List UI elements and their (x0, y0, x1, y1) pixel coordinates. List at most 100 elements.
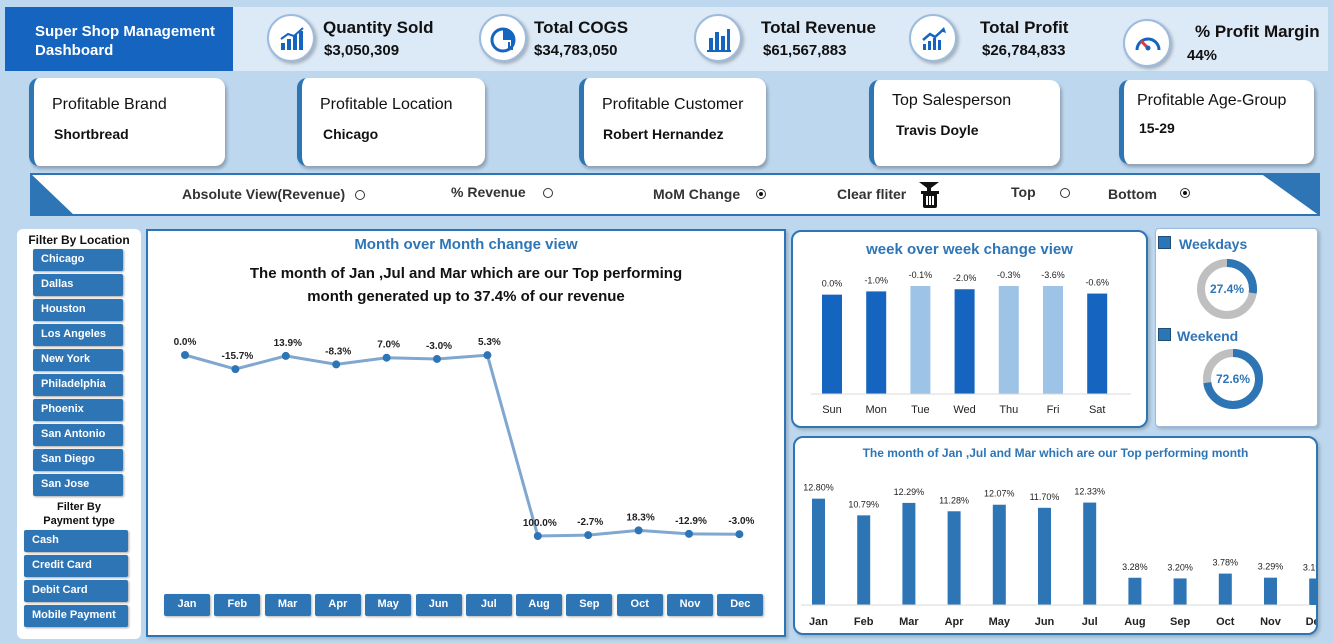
wow-bar-sat (1087, 293, 1108, 394)
month-filter-jun[interactable]: Jun (415, 594, 462, 616)
weekday-weekend-panel: Weekdays Weekend 27.4% 72.6% (1155, 228, 1318, 427)
mom-data-label: 18.3% (626, 512, 654, 523)
month-filter-jan[interactable]: Jan (164, 594, 210, 616)
dashboard-title-line2: Dashboard (35, 42, 114, 59)
share-data-label: 12.33% (1074, 487, 1105, 497)
bottom-radio[interactable] (1180, 188, 1190, 198)
share-bar-feb (857, 515, 871, 605)
share-bar-dec (1309, 578, 1316, 605)
donut-value: 72.6% (1216, 372, 1250, 386)
mom-point-apr (332, 360, 341, 369)
payment-filter-mobile-payment[interactable]: Mobile Payment (24, 605, 128, 627)
wow-tick-label: Tue (911, 404, 930, 416)
card-top-salesperson: Top Salesperson Travis Doyle (869, 80, 1060, 166)
share-bar-nov (1264, 577, 1277, 605)
wow-tick-label: Fri (1047, 404, 1060, 416)
kpi-label: Total Revenue (761, 18, 876, 37)
month-filter-aug[interactable]: Aug (516, 594, 563, 616)
share-data-label: 12.07% (984, 489, 1015, 499)
payment-filter-credit-card[interactable]: Credit Card (24, 555, 128, 577)
mom-data-label: 7.0% (377, 340, 400, 351)
kpi-value: 44% (1187, 47, 1218, 64)
payment-filter-debit-card[interactable]: Debit Card (24, 580, 128, 602)
top-label: Top (1011, 184, 1036, 200)
month-filter-nov[interactable]: Nov (667, 594, 713, 616)
bar-chart-icon (694, 14, 742, 62)
month-filter-sep[interactable]: Sep (566, 594, 613, 616)
share-bar-jun (1038, 507, 1051, 605)
card-value: 15-29 (1139, 120, 1175, 136)
monthly-share-bar-chart: 12.80% Jan 10.79% Feb 12.29% Mar 11.28% Apr 12.0… (801, 483, 1316, 628)
payment-filter-title-line2: Payment type (43, 515, 115, 527)
location-filter-los-angeles[interactable]: Los Angeles (33, 324, 123, 346)
location-filter-phoenix[interactable]: Phoenix (33, 399, 123, 421)
card-title: Top Salesperson (892, 92, 1012, 109)
mom-point-nov (685, 529, 693, 538)
location-filter-philadelphia[interactable]: Philadelphia (33, 374, 123, 396)
share-data-label: 3.28% (1122, 562, 1148, 572)
month-filter-may[interactable]: May (365, 594, 412, 616)
mom-data-label: -3.0% (426, 341, 452, 352)
mom-data-label: 0.0% (174, 337, 197, 348)
bar-left-ribbon (32, 175, 73, 214)
location-filter-new-york[interactable]: New York (33, 349, 123, 371)
kpi-label: % Profit Margin (1195, 22, 1320, 41)
month-filter-dec[interactable]: Dec (717, 594, 764, 616)
payment-filter-cash[interactable]: Cash (24, 530, 128, 552)
mom-point-feb (231, 365, 240, 374)
location-filter-dallas[interactable]: Dallas (33, 274, 123, 296)
share-tick-label: Jan (809, 616, 828, 628)
mom-point-may (382, 353, 391, 362)
month-filter-mar[interactable]: Mar (264, 594, 311, 616)
wow-data-label: -3.6% (1041, 270, 1065, 280)
mom-change-label: MoM Change (653, 186, 741, 202)
share-bar-oct (1218, 573, 1232, 605)
wow-bar-thu (998, 286, 1019, 394)
top-radio[interactable] (1060, 188, 1070, 198)
mom-data-label: -2.7% (577, 517, 603, 528)
mom-point-jul (483, 351, 492, 360)
mom-point-sep (584, 531, 593, 540)
location-filter-san-antonio[interactable]: San Antonio (33, 424, 123, 446)
donut-value: 27.4% (1210, 282, 1244, 296)
absolute-view-radio[interactable] (355, 190, 365, 200)
wow-bar-fri (1043, 286, 1063, 394)
mom-data-label: 5.3% (478, 337, 501, 348)
share-tick-label: Jul (1082, 616, 1098, 628)
kpi-total-profit: Total Profit $26,784,833 (909, 7, 1109, 71)
share-tick-label: Nov (1260, 616, 1282, 628)
card-profitable-location: Profitable Location Chicago (297, 78, 485, 166)
share-tick-label: Oct (1216, 616, 1235, 628)
month-filter-feb[interactable]: Feb (214, 594, 261, 616)
card-value: Shortbread (54, 126, 129, 142)
mom-data-label: -8.3% (325, 346, 351, 357)
location-filter-houston[interactable]: Houston (33, 299, 123, 321)
wow-data-label: -0.1% (909, 270, 933, 280)
wow-bar-mon (866, 291, 887, 394)
share-tick-label: Sep (1170, 616, 1190, 628)
location-filter-san-jose[interactable]: San Jose (33, 474, 123, 496)
dashboard-title-line1: Super Shop Management (35, 23, 216, 40)
card-value: Robert Hernandez (603, 126, 724, 142)
share-bar-may (992, 504, 1006, 605)
share-tick-label: May (989, 616, 1011, 628)
month-filter-jul[interactable]: Jul (465, 594, 512, 616)
month-filter-oct[interactable]: Oct (616, 594, 663, 616)
percent-revenue-radio[interactable] (543, 188, 553, 198)
monthly-share-panel: The month of Jan ,Jul and Mar which are … (793, 436, 1318, 635)
location-filter-chicago[interactable]: Chicago (33, 249, 123, 271)
wow-panel: week over week change view 0.0% Sun -1.0% M… (791, 230, 1148, 428)
wow-tick-label: Sat (1089, 404, 1106, 416)
mom-change-radio[interactable] (756, 189, 766, 199)
payment-filter-title-line1: Filter By (56, 501, 101, 513)
month-filter-apr[interactable]: Apr (314, 594, 361, 616)
card-title: Profitable Customer (602, 96, 744, 113)
filter-panel: Filter By Location Chicago Dallas Housto… (17, 229, 141, 639)
bottom-label: Bottom (1108, 186, 1157, 202)
clear-filter-icon[interactable] (917, 178, 943, 210)
wow-data-label: -0.6% (1085, 278, 1109, 288)
location-filter-san-diego[interactable]: San Diego (33, 449, 123, 471)
share-tick-label: Apr (945, 616, 965, 628)
mom-panel: Month over Month change view The month o… (146, 229, 786, 637)
card-title: Profitable Age-Group (1137, 92, 1287, 109)
